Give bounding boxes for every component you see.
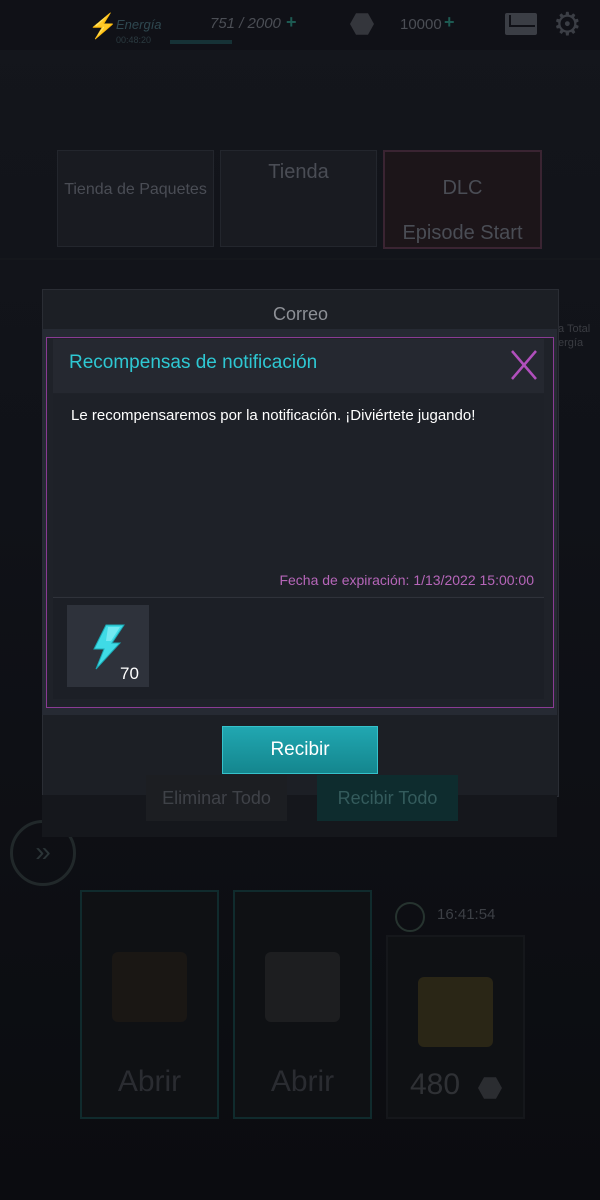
gem-count: 10000 [400,16,442,33]
mail-icon[interactable] [505,13,537,35]
timer-icon [395,902,425,932]
energy-timer: 00:48:20 [116,35,152,45]
open-chest-label: Abrir [270,1065,335,1098]
dlc-card[interactable]: DLC Episode Start [383,150,542,249]
chest-timer: 16:41:54 [437,906,496,923]
open-chest-label: Abrir [117,1065,182,1098]
divider [0,258,600,260]
receive-all-button[interactable]: Recibir Todo [317,775,458,821]
popup-title: Recompensas de notificación [69,352,318,373]
mail-title: Correo [272,304,329,324]
store-card[interactable]: Tienda [220,150,377,247]
package-shop-label: Tienda de Paquetes [64,181,207,198]
popup-body [53,394,544,596]
package-shop-card[interactable]: Tienda de Paquetes [57,150,214,247]
dlc-sub-label: Episode Start [402,222,523,244]
receive-button[interactable]: Recibir [222,726,378,774]
energy-icon: ⚡ [88,13,118,40]
energy-bar [170,40,232,44]
close-icon[interactable] [505,344,543,386]
event-side-text: a Total ergía [558,323,591,349]
chest-price: 480 [410,1068,461,1101]
popup-message: Le recompensaremos por la notificación. … [71,407,476,424]
mail-footer [42,795,557,837]
expiry-date: Fecha de expiración: 1/13/2022 15:00:00 [279,572,534,588]
gear-icon[interactable]: ⚙ [553,8,582,40]
add-energy-button[interactable]: + [286,12,297,33]
delete-all-button[interactable]: Eliminar Todo [146,775,287,821]
dlc-label: DLC [442,177,483,199]
chest-card-1[interactable]: Abrir [80,890,219,1119]
chest-icon [418,977,493,1047]
energy-count: 751 / 2000 [210,15,281,32]
store-label: Tienda [268,161,329,183]
reward-quantity: 70 [120,664,139,683]
energy-label: Energía [116,17,162,32]
chest-card-2[interactable]: Abrir [233,890,372,1119]
chest-icon [265,952,340,1022]
add-gem-button[interactable]: + [444,12,455,33]
chest-icon [112,952,187,1022]
